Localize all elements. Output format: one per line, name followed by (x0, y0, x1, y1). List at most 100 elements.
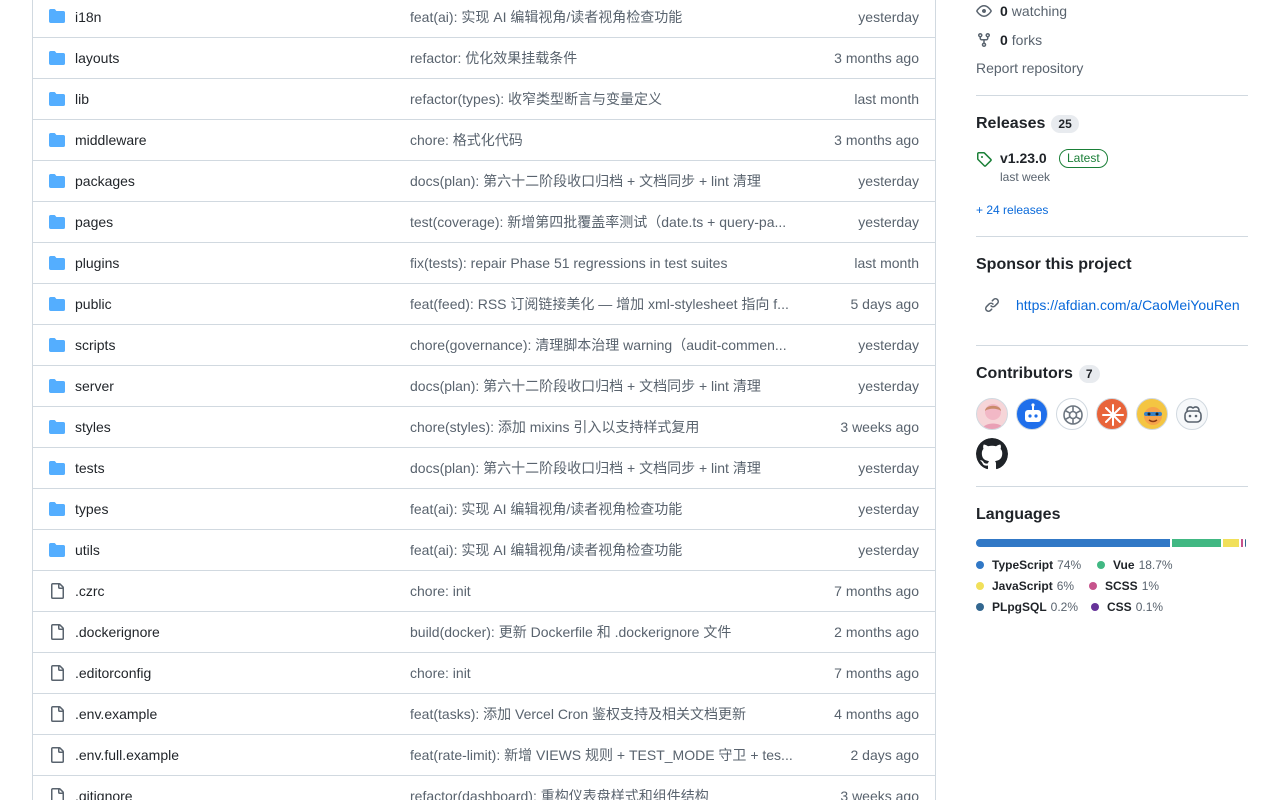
file-row[interactable]: .env.example feat(tasks): 添加 Vercel Cron … (33, 693, 935, 734)
language-item[interactable]: JavaScript 6% (976, 579, 1074, 593)
commit-message-link[interactable]: docs(plan): 第六十二阶段收口归档 + 文档同步 + lint 清理 (410, 171, 802, 191)
commit-message-link[interactable]: chore: init (410, 583, 802, 599)
folder-icon (49, 133, 65, 147)
releases-heading[interactable]: Releases 25 (976, 115, 1079, 133)
release-date: last week (1000, 170, 1051, 184)
file-row[interactable]: .dockerignore build(docker): 更新 Dockerfil… (33, 611, 935, 652)
commit-message-link[interactable]: feat(ai): 实现 AI 编辑视角/读者视角检查功能 (410, 540, 802, 560)
divider (976, 345, 1248, 346)
file-name-link[interactable]: styles (75, 419, 111, 435)
file-row[interactable]: scripts chore(governance): 清理脚本治理 warning… (33, 324, 935, 365)
file-name-link[interactable]: middleware (75, 132, 147, 148)
file-row[interactable]: middleware chore: 格式化代码 3 months ago (33, 119, 935, 160)
file-name-link[interactable]: i18n (75, 9, 101, 25)
language-item[interactable]: SCSS 1% (1089, 579, 1159, 593)
watching-count: 0 (1000, 3, 1008, 19)
watching-stat[interactable]: 0 watching (976, 3, 1067, 19)
commit-message-link[interactable]: refactor(dashboard): 重构仪表盘样式和组件结构 (410, 786, 802, 800)
file-row[interactable]: lib refactor(types): 收窄类型断言与变量定义 last mont… (33, 78, 935, 119)
commit-time: 2 days ago (850, 747, 920, 763)
contributor-avatar[interactable] (1136, 398, 1168, 430)
commit-message-link[interactable]: feat(feed): RSS 订阅链接美化 — 增加 xml-styleshe… (410, 294, 802, 314)
contributors-heading[interactable]: Contributors 7 (976, 365, 1100, 383)
file-row[interactable]: .czrc chore: init 7 months ago (33, 570, 935, 611)
folder-icon (49, 256, 65, 270)
report-repository-link[interactable]: Report repository (976, 60, 1083, 76)
commit-message-link[interactable]: refactor(types): 收窄类型断言与变量定义 (410, 89, 802, 109)
folder-icon (49, 9, 65, 23)
file-name-link[interactable]: public (75, 296, 112, 312)
sponsor-link[interactable]: https://afdian.com/a/CaoMeiYouRen (1016, 297, 1240, 313)
language-item[interactable]: CSS 0.1% (1091, 600, 1163, 614)
language-item[interactable]: PLpgSQL 0.2% (976, 600, 1078, 614)
commit-message-link[interactable]: fix(tests): repair Phase 51 regressions … (410, 255, 802, 271)
commit-message-link[interactable]: chore(governance): 清理脚本治理 warning（audit-… (410, 335, 802, 355)
file-row[interactable]: .editorconfig chore: init 7 months ago (33, 652, 935, 693)
file-row[interactable]: packages docs(plan): 第六十二阶段收口归档 + 文档同步 + … (33, 160, 935, 201)
file-row[interactable]: server docs(plan): 第六十二阶段收口归档 + 文档同步 + li… (33, 365, 935, 406)
latest-release-link[interactable]: v1.23.0 (1000, 150, 1047, 166)
file-row[interactable]: utils feat(ai): 实现 AI 编辑视角/读者视角检查功能 yester… (33, 529, 935, 570)
contributor-avatar[interactable] (976, 398, 1008, 430)
file-name-link[interactable]: .gitignore (75, 788, 133, 800)
file-row[interactable]: layouts refactor: 优化效果挂载条件 3 months ago (33, 37, 935, 78)
file-row[interactable]: public feat(feed): RSS 订阅链接美化 — 增加 xml-st… (33, 283, 935, 324)
file-row[interactable]: .gitignore refactor(dashboard): 重构仪表盘样式和组… (33, 775, 935, 800)
file-name-link[interactable]: .env.example (75, 706, 157, 722)
commit-message-link[interactable]: chore: init (410, 665, 802, 681)
file-name-link[interactable]: .editorconfig (75, 665, 151, 681)
file-row[interactable]: i18n feat(ai): 实现 AI 编辑视角/读者视角检查功能 yesterd… (33, 0, 935, 37)
language-color-dot (1091, 603, 1099, 611)
file-name-link[interactable]: layouts (75, 50, 119, 66)
file-row[interactable]: .env.full.example feat(rate-limit): 新增 VI… (33, 734, 935, 775)
file-row[interactable]: plugins fix(tests): repair Phase 51 regre… (33, 242, 935, 283)
commit-message-link[interactable]: feat(ai): 实现 AI 编辑视角/读者视角检查功能 (410, 7, 802, 27)
file-name-link[interactable]: pages (75, 214, 113, 230)
file-name-link[interactable]: plugins (75, 255, 119, 271)
copilot-avatar[interactable] (1176, 398, 1208, 430)
commit-time: yesterday (858, 460, 919, 476)
commit-message-link[interactable]: refactor: 优化效果挂载条件 (410, 48, 802, 68)
contributor-avatar[interactable] (1056, 398, 1088, 430)
releases-title: Releases (976, 115, 1046, 132)
commit-message-link[interactable]: feat(ai): 实现 AI 编辑视角/读者视角检查功能 (410, 499, 802, 519)
file-name-link[interactable]: packages (75, 173, 135, 189)
file-row[interactable]: pages test(coverage): 新增第四批覆盖率测试（date.ts … (33, 201, 935, 242)
commit-message-link[interactable]: chore: 格式化代码 (410, 130, 802, 150)
commit-time: 7 months ago (834, 665, 919, 681)
language-item[interactable]: TypeScript 74% (976, 558, 1081, 572)
file-row[interactable]: tests docs(plan): 第六十二阶段收口归档 + 文档同步 + lin… (33, 447, 935, 488)
folder-icon (49, 420, 65, 434)
github-icon[interactable] (976, 438, 1008, 470)
file-row[interactable]: types feat(ai): 实现 AI 编辑视角/读者视角检查功能 yester… (33, 488, 935, 529)
commit-time: 7 months ago (834, 583, 919, 599)
file-name-link[interactable]: tests (75, 460, 105, 476)
file-name-link[interactable]: scripts (75, 337, 115, 353)
commit-message-link[interactable]: test(coverage): 新增第四批覆盖率测试（date.ts + que… (410, 212, 802, 232)
file-name-link[interactable]: utils (75, 542, 100, 558)
forks-count: 0 (1000, 32, 1008, 48)
language-item[interactable]: Vue 18.7% (1097, 558, 1173, 572)
contributor-avatar[interactable] (1096, 398, 1128, 430)
file-name-link[interactable]: .dockerignore (75, 624, 160, 640)
file-name-link[interactable]: .czrc (75, 583, 105, 599)
commit-message-link[interactable]: docs(plan): 第六十二阶段收口归档 + 文档同步 + lint 清理 (410, 458, 802, 478)
folder-icon (49, 543, 65, 557)
file-name-link[interactable]: lib (75, 91, 89, 107)
file-name-link[interactable]: server (75, 378, 114, 394)
folder-icon (49, 51, 65, 65)
commit-message-link[interactable]: build(docker): 更新 Dockerfile 和 .dockerig… (410, 622, 802, 642)
more-releases-link[interactable]: + 24 releases (976, 203, 1048, 217)
commit-time: last month (854, 91, 919, 107)
commit-message-link[interactable]: chore(styles): 添加 mixins 引入以支持样式复用 (410, 417, 802, 437)
file-row[interactable]: styles chore(styles): 添加 mixins 引入以支持样式复用… (33, 406, 935, 447)
language-color-dot (976, 603, 984, 611)
file-name-link[interactable]: types (75, 501, 108, 517)
commit-message-link[interactable]: feat(tasks): 添加 Vercel Cron 鉴权支持及相关文档更新 (410, 704, 802, 724)
commit-message-link[interactable]: docs(plan): 第六十二阶段收口归档 + 文档同步 + lint 清理 (410, 376, 802, 396)
forks-stat[interactable]: 0 forks (976, 32, 1042, 48)
file-name-link[interactable]: .env.full.example (75, 747, 179, 763)
commit-message-link[interactable]: feat(rate-limit): 新增 VIEWS 规则 + TEST_MOD… (410, 745, 802, 765)
bot-avatar[interactable] (1016, 398, 1048, 430)
folder-icon (49, 338, 65, 352)
